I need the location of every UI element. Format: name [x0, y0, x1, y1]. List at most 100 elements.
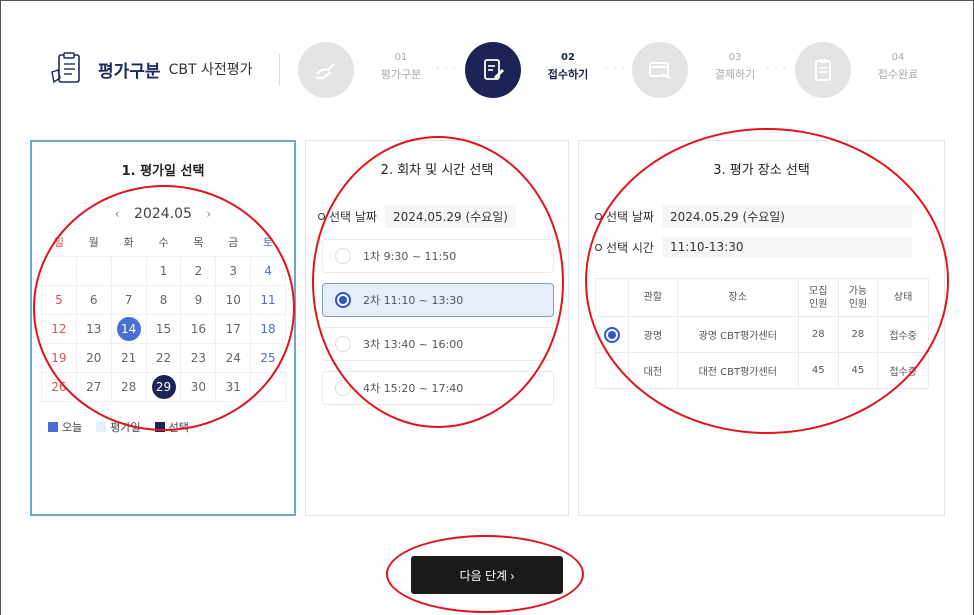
calendar-day[interactable]: 24	[215, 342, 252, 373]
next-step-button[interactable]: 다음 단계 ›	[411, 556, 563, 594]
calendar-day[interactable]: 9	[180, 284, 217, 315]
calendar-day[interactable]: 2	[180, 255, 217, 286]
bullet-icon	[595, 243, 602, 251]
date-select-panel: 1. 평가일 선택 ‹ 2024.05 › 일 월 화 수 목 금 토 1234…	[30, 140, 296, 516]
session-date-label: 선택 날짜	[329, 210, 377, 224]
session-option-1[interactable]: 1차 9:30 ~ 11:50	[322, 239, 554, 273]
session-panel-title: 2. 회차 및 시간 선택	[380, 163, 494, 178]
venue-radio-cell[interactable]	[594, 352, 630, 389]
calendar-day[interactable]: 3	[215, 255, 252, 286]
calendar-day[interactable]: 20	[75, 342, 112, 373]
venue-place: 광명 CBT평가센터	[676, 316, 799, 353]
calendar-day[interactable]: 6	[75, 284, 112, 315]
calendar-day[interactable]: 1	[145, 255, 182, 286]
legend-today-label: 오늘	[62, 421, 83, 434]
calendar-day[interactable]: 10	[215, 284, 252, 315]
payment-card-icon	[649, 62, 671, 79]
calendar-day-label: 30	[190, 379, 207, 394]
step-1-circle	[298, 42, 354, 98]
table-row[interactable]: 대전 대전 CBT평가센터 45 45 접수중	[594, 352, 929, 389]
session-option-label: 1차 9:30 ~ 11:50	[363, 250, 457, 263]
step-4: 04 접수완료	[795, 42, 918, 98]
step-dots-3: · · ·	[766, 64, 787, 75]
calendar-day[interactable]: 22	[145, 342, 182, 373]
calendar-day-label: 27	[86, 379, 102, 394]
calendar-day-label: 24	[225, 350, 241, 365]
radio-selected-icon[interactable]	[604, 326, 621, 343]
step-1-label: 평가구분	[380, 68, 422, 81]
bullet-icon	[318, 213, 325, 220]
calendar-day-label: 13	[86, 321, 102, 336]
venue-available: 45	[837, 352, 879, 389]
calendar-day[interactable]: 18	[250, 313, 286, 344]
step-4-circle	[795, 42, 851, 98]
calendar-day-label: 15	[155, 321, 172, 336]
calendar-day[interactable]: 23	[180, 342, 217, 373]
calendar-day[interactable]: 29	[145, 371, 182, 402]
radio-icon[interactable]	[335, 248, 351, 264]
calendar-body: 1 2 3 4 5 6 7 8 9 10 11 12 13 14 15 16 17 18 19 20 21 22 23 24 2…	[41, 255, 286, 402]
page-title: 평가구분	[98, 61, 161, 82]
venue-radio-cell[interactable]	[594, 316, 630, 353]
calendar-day[interactable]: 17	[215, 313, 252, 344]
calendar-day-label: 5	[55, 292, 63, 307]
radio-icon[interactable]	[335, 336, 351, 352]
calendar-day-label: 11	[260, 292, 276, 307]
venue-table-header: 관할 장소 모집 인원 가능 인원 상태	[594, 278, 929, 317]
calendar-day[interactable]: 19	[41, 342, 77, 373]
calendar-grid: 일 월 화 수 목 금 토 1 2 3 4 5 6 7 8 9 10 11 12 13 14 15 16 17 1…	[41, 228, 286, 402]
next-month-button[interactable]: ›	[206, 207, 211, 221]
step-dots-1: · · ·	[436, 64, 457, 75]
calendar-day[interactable]: 14	[110, 313, 147, 344]
venue-time-value: 11:10-13:30	[661, 237, 912, 257]
calendar-day[interactable]: 30	[180, 371, 217, 402]
calendar-month: 2024.05	[134, 206, 192, 222]
calendar-day[interactable]: 27	[75, 371, 112, 402]
calendar-day-label: 7	[124, 292, 133, 307]
session-option-label: 3차 13:40 ~ 16:00	[363, 338, 464, 351]
step-4-label: 접수완료	[877, 68, 919, 81]
step-3-text: 03 결제하기	[700, 52, 770, 82]
calendar-day[interactable]: 12	[41, 313, 77, 344]
calendar-day[interactable]: 16	[180, 313, 217, 344]
calendar-day[interactable]: 4	[250, 255, 286, 286]
calendar-day[interactable]: 26	[41, 371, 77, 402]
step-1-number: 01	[394, 52, 408, 63]
venue-region: 광명	[628, 316, 678, 353]
calendar-day[interactable]: 28	[110, 371, 147, 402]
radio-selected-icon[interactable]	[335, 292, 351, 308]
calendar-empty-cell	[110, 255, 147, 286]
weekday-mon: 월	[88, 235, 99, 249]
calendar-day-label: 4	[264, 263, 272, 278]
session-option-4[interactable]: 4차 15:20 ~ 17:40	[322, 371, 554, 405]
calendar-empty-cell	[41, 255, 77, 286]
session-date-value: 2024.05.29 (수요일)	[384, 205, 516, 228]
calendar-day[interactable]: 7	[110, 284, 147, 315]
col-place: 장소	[676, 278, 799, 317]
legend-eval-label: 평가일	[110, 421, 141, 434]
calendar-day[interactable]: 15	[145, 313, 182, 344]
calendar-legend: 오늘 평가일 선택	[48, 419, 203, 435]
calendar-day-label: 9	[194, 292, 203, 307]
session-option-3[interactable]: 3차 13:40 ~ 16:00	[322, 327, 554, 361]
calendar-day[interactable]: 11	[250, 284, 286, 315]
calendar-day[interactable]: 21	[110, 342, 147, 373]
session-option-label: 2차 11:10 ~ 13:30	[363, 294, 464, 307]
venue-capacity: 45	[797, 352, 839, 389]
legend-today: 오늘	[48, 419, 82, 435]
calendar-day-label: 12	[51, 321, 67, 336]
calendar-day[interactable]: 31	[215, 371, 252, 402]
calendar-day[interactable]: 13	[75, 313, 112, 344]
radio-icon[interactable]	[335, 380, 351, 396]
session-option-label: 4차 15:20 ~ 17:40	[363, 382, 464, 395]
calendar-day-label: 25	[260, 350, 276, 365]
table-row[interactable]: 광명 광명 CBT평가센터 28 28 접수중	[594, 316, 929, 353]
prev-month-button[interactable]: ‹	[115, 207, 120, 221]
calendar-day[interactable]: 25	[250, 342, 286, 373]
calendar-day-label: 17	[225, 321, 241, 336]
calendar-day[interactable]: 5	[41, 284, 77, 315]
calendar-day[interactable]: 8	[145, 284, 182, 315]
calendar-day-label: 8	[159, 292, 168, 307]
session-option-2[interactable]: 2차 11:10 ~ 13:30	[322, 283, 554, 317]
legend-selected-label: 선택	[168, 421, 189, 434]
